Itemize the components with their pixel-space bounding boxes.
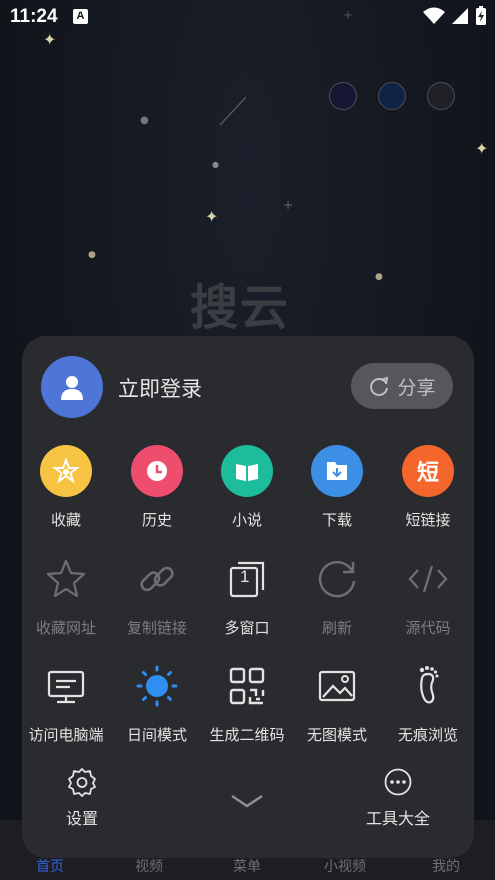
short-link-glyph: 短 — [416, 461, 439, 486]
menu-favorites-label: 收藏 — [50, 511, 81, 529]
windows-icon: 1 — [221, 553, 273, 605]
login-link[interactable]: 立即登录 — [118, 373, 202, 403]
status-a-icon: A — [73, 9, 88, 24]
more-dots-icon — [384, 768, 412, 796]
menu-bookmark-url-label: 收藏网址 — [35, 619, 96, 637]
nav-short-video[interactable]: 小视频 — [324, 856, 366, 876]
theme-dot-navy[interactable] — [378, 82, 406, 110]
menu-multi-window-label: 多窗口 — [224, 619, 270, 637]
menu-short-link-label: 短链接 — [405, 511, 451, 529]
star-decor-icon: ● — [88, 250, 96, 260]
menu-no-image-label: 无图模式 — [306, 726, 367, 744]
star-decor-icon: ● — [375, 272, 383, 282]
footprint-icon — [402, 660, 454, 712]
menu-download[interactable]: 下载 — [292, 445, 382, 530]
status-time: 11:24 — [10, 6, 58, 27]
link-icon — [131, 553, 183, 605]
star-decor-icon: ● — [212, 160, 219, 169]
settings-button[interactable]: 设置 — [66, 767, 98, 829]
tools-button[interactable]: 工具大全 — [366, 767, 430, 829]
avatar[interactable] — [41, 356, 103, 418]
code-icon — [402, 553, 454, 605]
home-logo: 搜云 — [190, 280, 291, 336]
menu-no-image[interactable]: 无图模式 — [292, 660, 382, 745]
tools-label: 工具大全 — [366, 809, 431, 828]
menu-history[interactable]: 历史 — [112, 445, 202, 530]
user-icon — [61, 376, 83, 400]
star-decor-icon: + — [343, 8, 354, 22]
menu-day-mode-label: 日间模式 — [126, 726, 187, 744]
status-icons — [423, 6, 487, 26]
status-bar: 11:24 A — [0, 0, 495, 34]
wifi-icon — [423, 7, 445, 24]
star-decor-icon: ✦ — [43, 30, 57, 49]
menu-desktop-site[interactable]: 访问电脑端 — [21, 660, 111, 745]
menu-copy-link[interactable]: 复制链接 — [112, 553, 202, 638]
share-icon — [370, 376, 389, 396]
theme-dots — [329, 82, 455, 110]
menu-day-mode[interactable]: 日间模式 — [112, 660, 202, 745]
menu-refresh[interactable]: 刷新 — [292, 553, 382, 638]
book-icon — [221, 445, 273, 497]
menu-download-label: 下载 — [321, 511, 352, 529]
menu-incognito-label: 无痕浏览 — [397, 726, 458, 744]
menu-desktop-site-label: 访问电脑端 — [28, 726, 104, 744]
nav-mine[interactable]: 我的 — [432, 856, 460, 876]
star-decor-icon: ● — [140, 115, 149, 126]
qrcode-icon — [221, 660, 273, 712]
menu-source-code-label: 源代码 — [405, 619, 451, 637]
menu-source-code[interactable]: 源代码 — [383, 553, 473, 638]
star-icon — [40, 445, 92, 497]
download-icon — [311, 445, 363, 497]
menu-favorites[interactable]: 收藏 — [21, 445, 111, 530]
star-outline-icon — [40, 553, 92, 605]
theme-dot-dark-blue[interactable] — [329, 82, 357, 110]
collapse-button[interactable] — [229, 792, 265, 814]
nav-menu[interactable]: 菜单 — [233, 856, 261, 876]
sun-icon — [131, 660, 183, 712]
star-decor-icon: ✦ — [205, 207, 219, 226]
menu-short-link[interactable]: 短 短链接 — [383, 445, 473, 530]
menu-multi-window[interactable]: 1 多窗口 — [202, 553, 292, 638]
nav-home[interactable]: 首页 — [36, 856, 64, 876]
settings-label: 设置 — [66, 809, 99, 828]
nav-video[interactable]: 视频 — [135, 856, 163, 876]
signal-icon — [452, 8, 468, 24]
star-decor-icon: ✦ — [475, 139, 489, 158]
menu-history-label: 历史 — [141, 511, 172, 529]
refresh-icon — [311, 553, 363, 605]
monitor-icon — [40, 660, 92, 712]
share-label: 分享 — [397, 376, 436, 399]
menu-qrcode-label: 生成二维码 — [209, 726, 285, 744]
theme-dot-gray[interactable] — [427, 82, 455, 110]
image-icon — [311, 660, 363, 712]
meteor-decor-icon — [219, 96, 247, 126]
menu-copy-link-label: 复制链接 — [126, 619, 187, 637]
short-link-icon: 短 — [402, 445, 454, 497]
menu-novel-label: 小说 — [231, 511, 262, 529]
star-decor-icon: + — [283, 198, 294, 212]
menu-incognito[interactable]: 无痕浏览 — [383, 660, 473, 745]
chevron-down-icon — [231, 794, 263, 808]
window-count-badge: 1 — [240, 567, 250, 586]
gear-icon — [68, 768, 96, 797]
share-button[interactable]: 分享 — [351, 363, 453, 409]
clock-icon — [131, 445, 183, 497]
battery-icon — [476, 6, 486, 25]
menu-novel[interactable]: 小说 — [202, 445, 292, 530]
menu-qrcode[interactable]: 生成二维码 — [202, 660, 292, 745]
menu-panel: 立即登录 分享 收藏 历史 小说 下载 短 短链接 收藏网址 复制链接 1 多窗… — [22, 336, 474, 858]
menu-bookmark-url[interactable]: 收藏网址 — [21, 553, 111, 638]
menu-refresh-label: 刷新 — [321, 619, 352, 637]
